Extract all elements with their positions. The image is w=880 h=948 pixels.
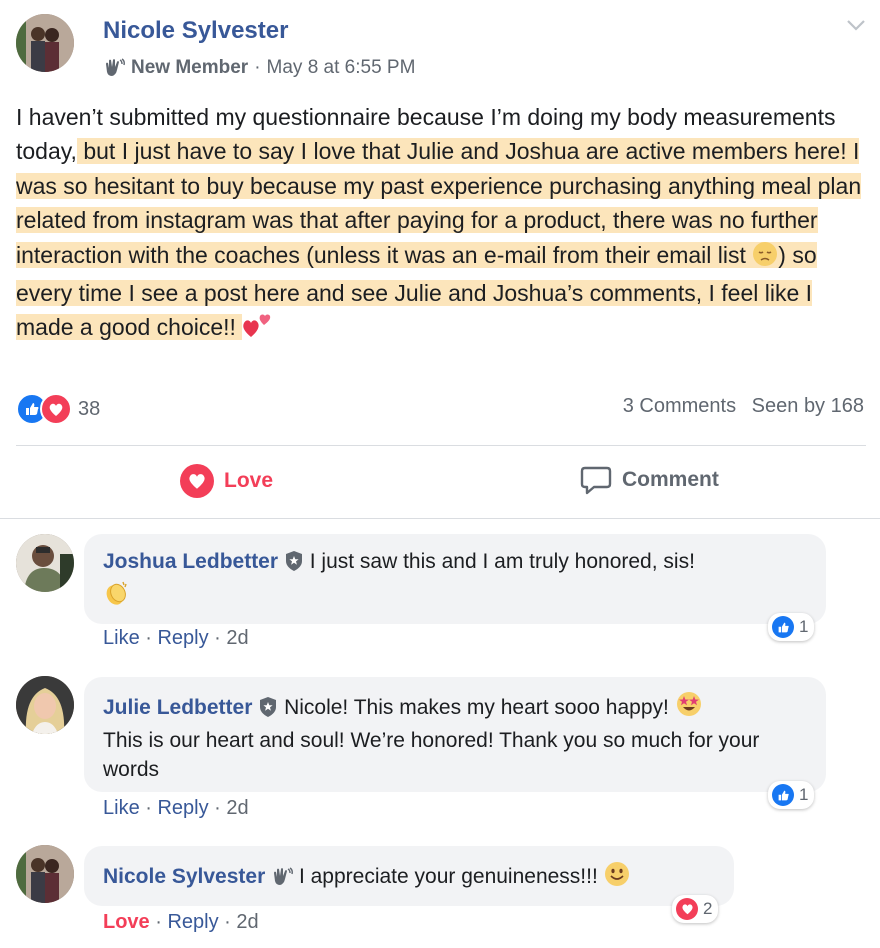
reaction-count: 38 (78, 397, 101, 420)
comment-actions: Like · Reply · 2d (103, 627, 249, 649)
comment-like-link[interactable]: Like (103, 797, 140, 819)
comment-reaction-badge[interactable]: 2 (672, 895, 719, 923)
like-reaction-icon (772, 616, 794, 638)
smiling-face-emoji-icon (604, 861, 630, 895)
like-reaction-icon (772, 784, 794, 806)
stats-divider (16, 445, 866, 446)
comment-text: I just saw this and I am truly honored, … (309, 550, 695, 573)
comment-avatar[interactable] (16, 676, 74, 734)
post-author-name[interactable]: Nicole Sylvester (103, 17, 288, 45)
comment-content: Nicole Sylvester I appreciate your genui… (103, 861, 728, 895)
comment-avatar[interactable] (16, 534, 74, 592)
post-text-highlight-part1: but I just have to say I love that Julie… (16, 138, 862, 268)
author-avatar[interactable] (16, 14, 74, 72)
actions-divider (0, 518, 880, 519)
comment-text: I appreciate your genuineness!!! (298, 865, 604, 888)
comment-author-name[interactable]: Julie Ledbetter (103, 696, 252, 719)
two-hearts-emoji-icon (242, 311, 272, 348)
admin-shield-icon (258, 696, 278, 726)
member-badge: New Member (131, 57, 249, 78)
post-body: I haven’t submitted my questionnaire bec… (16, 100, 866, 349)
comment-reaction-badge[interactable]: 1 (768, 613, 815, 641)
comment-reply-link[interactable]: Reply (157, 627, 208, 649)
comment-reaction-badge[interactable]: 1 (768, 781, 815, 809)
post-meta: New Member · May 8 at 6:55 PM (103, 57, 415, 79)
love-reaction-icon (676, 898, 698, 920)
comment-text: Nicole! This makes my heart sooo happy! (284, 696, 675, 719)
comment-author-name[interactable]: Nicole Sylvester (103, 865, 265, 888)
heart-icon (180, 464, 214, 498)
comment-button-label: Comment (622, 468, 719, 491)
comment-actions: Love · Reply · 2d (103, 911, 259, 933)
waving-hand-icon (103, 58, 125, 78)
clapping-hands-emoji-icon (103, 580, 129, 614)
comment-love-link[interactable]: Love (103, 911, 150, 933)
comment-button[interactable]: Comment (580, 464, 719, 496)
disappointed-face-emoji-icon (752, 241, 778, 276)
seen-by-link[interactable]: Seen by 168 (752, 395, 864, 417)
post-options-chevron-icon[interactable] (846, 18, 866, 32)
comment-author-name[interactable]: Joshua Ledbetter (103, 550, 278, 573)
comment-time[interactable]: 2d (226, 797, 248, 819)
comment-reaction-count: 1 (799, 785, 809, 804)
comment-reply-link[interactable]: Reply (157, 797, 208, 819)
meta-separator: · (254, 57, 261, 78)
comment-avatar[interactable] (16, 845, 74, 903)
love-reaction-icon (40, 393, 72, 425)
admin-shield-icon (284, 550, 304, 580)
star-struck-emoji-icon (675, 690, 703, 726)
comment-bubble-icon (580, 464, 612, 496)
comment-reply-link[interactable]: Reply (167, 911, 218, 933)
comment-time[interactable]: 2d (226, 627, 248, 649)
post-stats: 3 Comments Seen by 168 (623, 395, 864, 418)
reaction-summary[interactable]: 38 (16, 393, 100, 425)
comment-time[interactable]: 2d (236, 911, 258, 933)
comment-like-link[interactable]: Like (103, 627, 140, 649)
comment-actions: Like · Reply · 2d (103, 797, 249, 819)
love-button[interactable]: Love (180, 464, 273, 498)
comment-reaction-count: 2 (703, 899, 713, 918)
comment-content: Joshua Ledbetter I just saw this and I a… (103, 547, 813, 614)
comment-reaction-count: 1 (799, 617, 809, 636)
comment-content: Julie Ledbetter Nicole! This makes my he… (103, 690, 815, 784)
love-button-label: Love (224, 469, 274, 492)
post-text-highlight: but I just have to say I love that Julie… (16, 138, 862, 341)
comments-count-link[interactable]: 3 Comments (623, 395, 736, 417)
waving-hand-icon (271, 866, 294, 895)
post-timestamp[interactable]: May 8 at 6:55 PM (267, 57, 416, 79)
comment-text-continued: This is our heart and soul! We’re honore… (103, 729, 760, 781)
